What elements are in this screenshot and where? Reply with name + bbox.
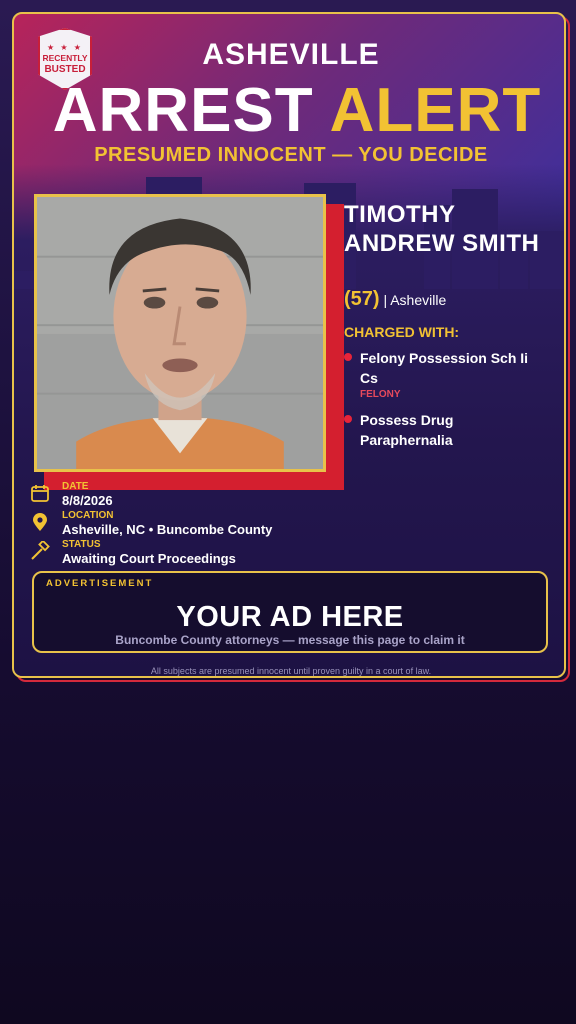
mugshot-image [37,197,323,469]
date-value: 8/8/2026 [62,493,113,508]
charge-item: Possess Drug Paraphernalia [344,410,549,450]
advertisement-box[interactable]: ADVERTISEMENT YOUR AD HERE Buncombe Coun… [32,571,548,653]
subject-age: (57) [344,288,380,310]
charge-text: Felony Possession Sch Ii Cs [360,350,529,386]
disclaimer: All subjects are presumed innocent until… [150,666,432,676]
status-label: STATUS [62,539,101,550]
mugshot-photo [34,194,326,472]
subject-city: | Asheville [383,292,447,308]
calendar-icon [31,485,49,502]
subject-name: TIMOTHY ANDREW SMITH [344,201,540,257]
map-pin-icon [33,513,47,531]
location-row: LOCATION Asheville, NC • Buncombe County [30,510,350,538]
status-row: STATUS Awaiting Court Proceedings [30,539,350,567]
headline: ARREST ALERT [20,76,564,145]
charge-item: Felony Possession Sch Ii Cs FELONY [344,348,549,402]
charged-with-title: CHARGED WITH: [344,324,460,340]
gavel-icon [31,541,50,560]
subject-age-row: (57) | Asheville [344,288,446,311]
city-title: ASHEVILLE [202,38,380,71]
date-row: DATE 8/8/2026 [30,481,350,509]
charge-severity: FELONY [360,389,401,400]
date-label: DATE [62,481,89,492]
location-label: LOCATION [62,510,114,521]
ad-label: ADVERTISEMENT [46,578,154,589]
headline-alert: ALERT [329,76,542,145]
ad-subtitle: Buncombe County attorneys — message this… [115,633,465,647]
location-value: Asheville, NC • Buncombe County [62,522,273,537]
tagline: PRESUMED INNOCENT — YOU DECIDE [94,144,488,166]
ad-title: YOUR AD HERE [176,601,404,633]
charge-text: Possess Drug Paraphernalia [360,412,454,448]
status-value: Awaiting Court Proceedings [62,551,236,566]
bullet-dot-icon [344,415,352,423]
headline-arrest: ARREST [52,76,314,145]
bullet-dot-icon [344,353,352,361]
arrest-alert-card: ★ ★ ★ RECENTLY BUSTED ASHEVILLE ARREST A… [12,12,566,678]
